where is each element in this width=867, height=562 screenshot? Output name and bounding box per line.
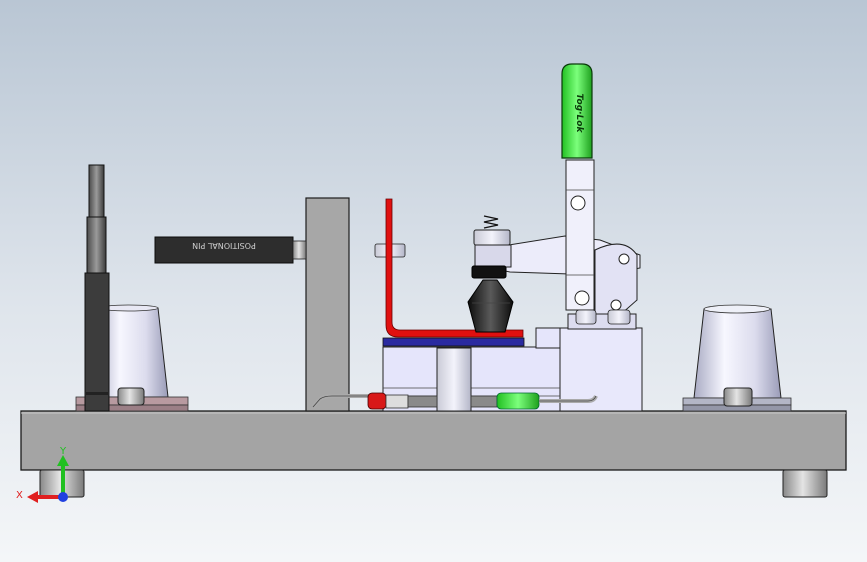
toggle-clamp[interactable]: Tog·Lok	[467, 63, 641, 333]
spring-icon	[483, 215, 499, 229]
bushing-right[interactable]	[682, 304, 792, 412]
foot-right[interactable]	[782, 469, 828, 498]
z-axis-dot	[58, 492, 68, 502]
positional-pin-label: POSITIONAL PIN	[192, 241, 256, 250]
positional-pin[interactable]: POSITIONAL PIN	[154, 236, 307, 264]
cad-viewport[interactable]: POSITIONAL PIN Tog·Lok Y X	[0, 0, 867, 562]
clamp-handle-brand: Tog·Lok	[574, 94, 584, 134]
vertical-post-left[interactable]	[84, 164, 110, 412]
base-plate[interactable]	[20, 410, 847, 471]
support-block[interactable]	[305, 197, 350, 412]
x-axis-label: X	[16, 490, 23, 501]
y-axis-label: Y	[59, 446, 67, 457]
locator-plate[interactable]	[382, 337, 525, 347]
center-cylinder[interactable]	[436, 347, 472, 412]
fixture-assembly-view[interactable]: POSITIONAL PIN Tog·Lok Y X	[0, 0, 867, 562]
